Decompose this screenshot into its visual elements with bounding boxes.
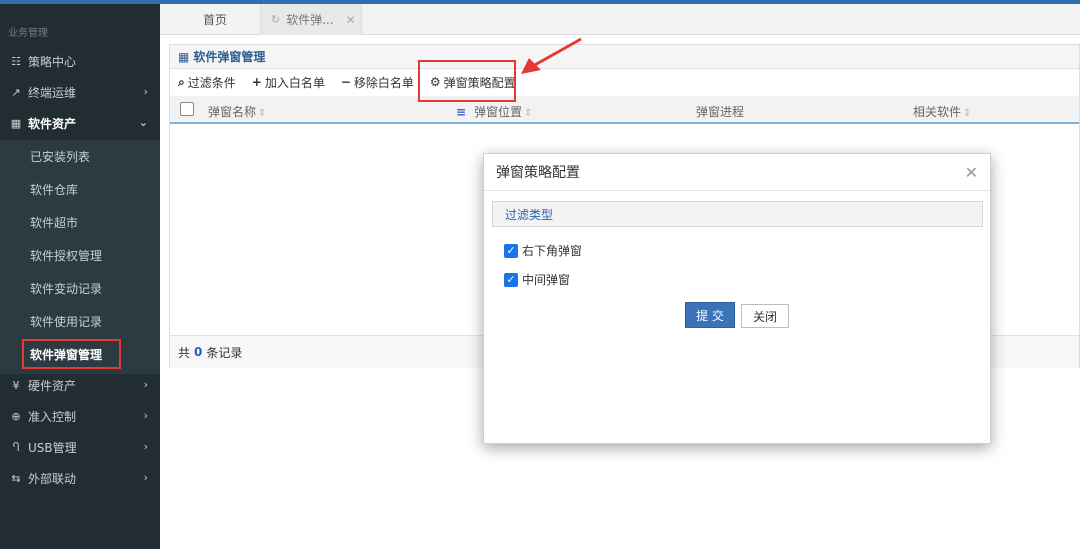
yen-icon: ¥ xyxy=(12,379,20,392)
table-header: 弹窗名称 ⇕ ≡ 弹窗位置 ⇕ 弹窗进程 相关软件 ⇕ xyxy=(170,96,1079,124)
filter-button[interactable]: ⌕ 过滤条件 xyxy=(178,74,236,91)
option-center-popup[interactable]: ✓ 中间弹窗 xyxy=(504,271,570,288)
close-tab-icon[interactable]: ✕ xyxy=(346,13,356,27)
sort-icon: ⇕ xyxy=(524,108,533,119)
sidebar-item-access-control[interactable]: ⊕ 准入控制 › xyxy=(0,401,160,432)
annotation-highlight-box xyxy=(22,339,121,369)
column-popup-name[interactable]: 弹窗名称 ⇕ xyxy=(208,103,266,120)
table-icon: ▦ xyxy=(178,49,190,64)
sidebar-item-label: 策略中心 xyxy=(28,55,77,69)
sidebar-item-external-link[interactable]: ⇆ 外部联动 › xyxy=(0,463,160,494)
panel-title: 软件弹窗管理 xyxy=(193,50,266,64)
sidebar-subitem-software-repo[interactable]: 软件仓库 xyxy=(0,173,160,206)
select-all-checkbox[interactable] xyxy=(180,102,194,116)
chevron-right-icon: › xyxy=(143,471,148,484)
plus-icon: + xyxy=(251,75,262,89)
submit-button[interactable]: 提 交 xyxy=(685,302,735,328)
sidebar-subitem-software-market[interactable]: 软件超市 xyxy=(0,206,160,239)
toolbar: ⌕ 过滤条件 + 加入白名单 − 移除白名单 ⚙ 弹窗策略配置 xyxy=(170,69,1079,95)
sliders-icon: ☷ xyxy=(11,55,21,68)
globe-icon: ⊕ xyxy=(11,410,21,423)
sidebar-item-label: 终端运维 xyxy=(28,86,77,100)
remove-whitelist-button[interactable]: − 移除白名单 xyxy=(341,74,414,91)
add-whitelist-button[interactable]: + 加入白名单 xyxy=(252,74,325,91)
external-link-icon: ↗ xyxy=(11,86,21,99)
sidebar-subitem-label: 软件超市 xyxy=(30,216,79,230)
sidebar-item-software-assets[interactable]: ▦ 软件资产 ⌄ xyxy=(0,108,160,139)
chevron-right-icon: › xyxy=(143,378,148,391)
sidebar-item-usb-mgmt[interactable]: Ⴄ USB管理 › xyxy=(0,432,160,463)
minus-icon: − xyxy=(340,75,351,89)
grid-icon: ▦ xyxy=(10,117,22,130)
close-button[interactable]: 关闭 xyxy=(741,304,789,328)
sidebar: 业务管理 ☷ 策略中心 ↗ 终端运维 › ▦ 软件资产 ⌄ 已安装列表 软件仓库… xyxy=(0,4,160,549)
sidebar-subitem-popup-mgmt[interactable]: 软件弹窗管理 xyxy=(0,338,160,371)
pager-prefix: 共 xyxy=(178,345,191,360)
close-icon[interactable]: ✕ xyxy=(965,163,978,182)
chevron-right-icon: › xyxy=(143,440,148,453)
sidebar-subitem-change-log[interactable]: 软件变动记录 xyxy=(0,272,160,305)
option-label: 中间弹窗 xyxy=(522,273,571,287)
sidebar-item-label: 软件资产 xyxy=(28,117,77,131)
chevron-down-icon: ⌄ xyxy=(138,116,148,129)
sidebar-item-terminal-ops[interactable]: ↗ 终端运维 › xyxy=(0,77,160,108)
filter-label: 过滤条件 xyxy=(187,75,236,90)
option-label: 右下角弹窗 xyxy=(522,244,583,258)
filter-type-section: 过滤类型 xyxy=(492,201,983,227)
sidebar-subitem-label: 软件使用记录 xyxy=(30,315,103,329)
sidebar-subitem-label: 已安装列表 xyxy=(30,150,91,164)
column-related-software[interactable]: 相关软件 ⇕ xyxy=(913,103,971,120)
section-label: 过滤类型 xyxy=(505,207,554,222)
usb-icon: Ⴄ xyxy=(12,441,20,454)
tab-label: 首页 xyxy=(202,13,227,27)
popup-config-dialog: 弹窗策略配置 ✕ 过滤类型 ✓ 右下角弹窗 ✓ 中间弹窗 提 交 关闭 xyxy=(483,153,991,444)
sidebar-subitem-label: 软件授权管理 xyxy=(30,249,103,263)
column-label: 弹窗名称 xyxy=(208,105,257,119)
sidebar-subitem-label: 软件变动记录 xyxy=(30,282,103,296)
chevron-right-icon: › xyxy=(143,85,148,98)
list-icon: ≡ xyxy=(456,105,467,119)
dialog-title: 弹窗策略配置 xyxy=(496,165,580,181)
chevron-right-icon: › xyxy=(143,409,148,422)
add-whitelist-label: 加入白名单 xyxy=(264,75,325,90)
sidebar-subitem-label: 软件仓库 xyxy=(30,183,79,197)
checkbox-checked-icon[interactable]: ✓ xyxy=(504,243,518,258)
column-popup-process[interactable]: 弹窗进程 xyxy=(696,103,744,120)
sidebar-item-strategy-center[interactable]: ☷ 策略中心 xyxy=(0,46,160,77)
column-label: 相关软件 xyxy=(913,105,962,119)
sidebar-subitem-license-mgmt[interactable]: 软件授权管理 xyxy=(0,239,160,272)
sort-icon: ⇕ xyxy=(963,108,972,119)
refresh-icon[interactable]: ↻ xyxy=(271,13,280,26)
checkbox-checked-icon[interactable]: ✓ xyxy=(504,272,518,287)
pager-suffix: 条记录 xyxy=(206,345,243,360)
sidebar-subitem-usage-log[interactable]: 软件使用记录 xyxy=(0,305,160,338)
sort-icon: ⇕ xyxy=(258,108,267,119)
sidebar-item-label: 外部联动 xyxy=(28,472,77,486)
tab-home[interactable]: 首页 xyxy=(180,4,250,35)
sidebar-item-label: USB管理 xyxy=(28,441,77,455)
column-popup-position[interactable]: ≡ 弹窗位置 ⇕ xyxy=(456,103,532,120)
sidebar-subitem-installed-list[interactable]: 已安装列表 xyxy=(0,140,160,173)
tab-label: 软件弹... xyxy=(286,13,334,27)
dialog-header: 弹窗策略配置 ✕ xyxy=(484,154,990,191)
column-label: 弹窗位置 xyxy=(474,105,523,119)
exchange-icon: ⇆ xyxy=(11,472,21,485)
sidebar-item-label: 硬件资产 xyxy=(28,379,77,393)
panel-header: ▦ 软件弹窗管理 xyxy=(170,45,1079,69)
sidebar-item-label: 准入控制 xyxy=(28,410,77,424)
record-count: 0 xyxy=(194,345,203,359)
annotation-arrow-icon xyxy=(521,37,582,74)
remove-whitelist-label: 移除白名单 xyxy=(353,75,414,90)
column-label: 弹窗进程 xyxy=(696,105,745,119)
sidebar-item-hardware-assets[interactable]: ¥ 硬件资产 › xyxy=(0,370,160,401)
search-icon: ⌕ xyxy=(178,74,185,89)
annotation-highlight-box xyxy=(418,60,516,102)
tab-software-popup[interactable]: ↻ 软件弹... ✕ xyxy=(260,4,362,35)
sidebar-section-title: 业务管理 xyxy=(8,28,48,39)
tab-bar: 首页 ↻ 软件弹... ✕ xyxy=(160,4,1080,35)
option-bottom-right-popup[interactable]: ✓ 右下角弹窗 xyxy=(504,242,582,259)
